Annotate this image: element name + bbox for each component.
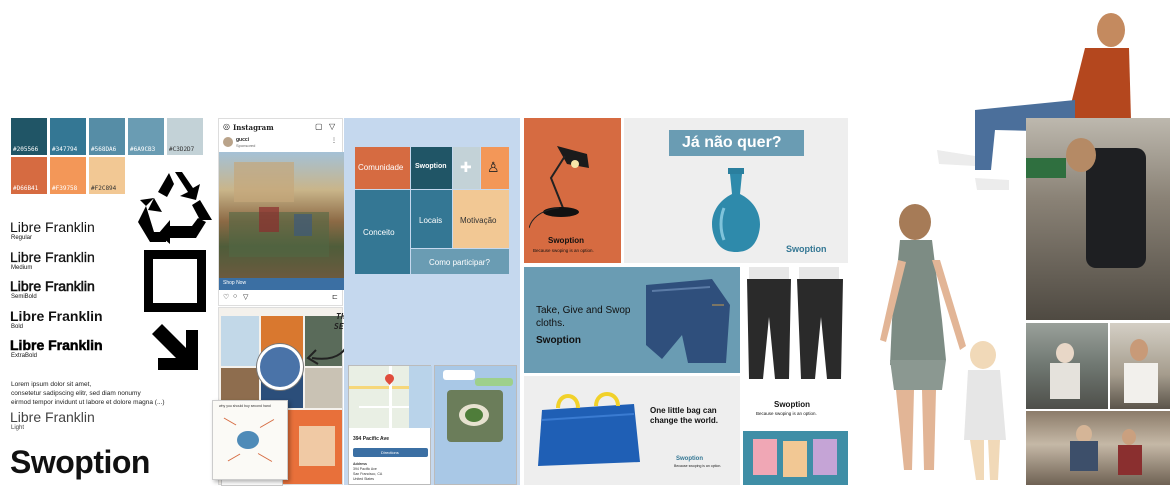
ad-lamp-orange: Swoption Because swoping is an option. [524,118,621,263]
sponsored-label: Sponsored [236,143,256,148]
font-weight-extrabold: ExtraBold [11,353,38,359]
ja-nao-quer-banner: Já não quer? [669,130,804,156]
addr-label: Address [353,462,368,466]
lorem-line-1: Lorem ipsum dolor sit amet, [11,381,92,388]
map-address: 394 Pacific Ave [353,436,390,442]
font-sample-semibold: Libre Franklin [10,278,95,295]
woman-with-child-illustration [880,204,1006,480]
font-sample-medium: Libre Franklin [10,249,95,265]
tile-locais[interactable]: Locais [411,190,452,248]
more-icon[interactable]: ⋮ [331,137,337,144]
jeans-ad-brand: Swoption [536,335,581,346]
tile-motivacao[interactable]: Motivação [453,190,509,248]
lamp-illustration [529,146,589,229]
tile-puzzle[interactable]: ✚ [453,147,480,189]
ad-trousers: Swoption Because swoping is an option. [743,267,848,427]
swoption-wordmark: Swoption [10,444,150,480]
puzzle-icon: ✚ [460,159,472,175]
lorem-line-3: eirmod tempor invidunt ut labore et dolo… [11,399,165,406]
addr-line-1: 394 Pacific Ave [353,467,377,471]
ad-vase: Já não quer? Swoption [624,118,848,263]
share-icon[interactable]: ▽ [243,293,248,301]
font-weight-light: Light [11,425,25,431]
cafe-photo-1 [1026,323,1108,409]
font-sample-regular: Libre Franklin [10,219,95,235]
bookmark-icon[interactable]: ⊏ [332,293,338,301]
little-bag-line-2: change the world. [650,416,719,425]
swatch-D66B41: #D66B41 [11,157,47,194]
teal-poster [743,431,848,485]
swatch-6A9CB3: #6A9CB3 [128,118,164,155]
chat-phone-screen [434,365,517,485]
bag-ad-tagline: Because swoping is an option. [674,464,722,468]
font-sample-extrabold: Libre Franklin [10,337,103,354]
addr-line-2: San Francisco, CA [353,472,383,476]
tile-comunidade[interactable]: Comunidade [355,147,410,189]
little-bag-line-1: One little bag can [650,406,717,415]
font-sample-bold: Libre Franklin [10,308,103,324]
jeans-illustration [646,279,730,363]
like-icon[interactable]: ♡ [223,293,229,301]
lorem-line-2: consetetur sadipscing elitr, sed diam no… [11,390,141,397]
terrace-photo [1026,411,1170,485]
lamp-ad-tagline: Because swoping is an option. [533,248,594,253]
trousers-illustration [747,267,843,379]
instagram-app-title: Instagram [233,123,274,132]
comment-icon[interactable]: ○ [233,293,237,300]
bag-ad-brand: Swoption [676,456,703,462]
tile-conceito[interactable]: Conceito [355,190,410,274]
arrow-down-right-icon [152,324,198,370]
swatch-347794: #347794 [50,118,86,155]
instagram-mockup: ◎ Instagram ▢ ▽ gucci Sponsored ⋮ Shop N… [218,118,344,306]
font-weight-bold: Bold [11,324,24,330]
directions-button[interactable]: Directions [353,448,428,457]
font-sample-light: Libre Franklin [10,409,95,425]
map-phone-screen: 394 Pacific Ave Directions Address 394 P… [348,365,432,485]
vase-ad-brand: Swoption [786,244,827,254]
vase-illustration [712,168,760,252]
map-area [349,366,432,428]
recycle-icon [138,172,212,244]
swatch-C3D2D7: #C3D2D7 [167,118,203,155]
backpacker-photo [1026,118,1170,320]
lamp-ad-brand: Swoption [548,236,584,245]
map-pin-icon [383,372,396,385]
tile-swoption[interactable]: Swoption [411,147,452,189]
trousers-ad-brand: Swoption [774,400,810,409]
camera-icon: ◎ [223,122,230,131]
send-icon: ▽ [329,122,336,131]
tv-icon: ▢ [315,122,323,131]
ad-blue-bag: One little bag can change the world. Swo… [524,376,740,485]
shop-now-bar[interactable]: Shop Now [219,278,344,290]
mindmap-title: why you should buy second hand [219,404,271,408]
square-outline-icon [144,250,206,312]
post-photo [219,152,344,278]
blue-bag-illustration [538,392,640,466]
swatch-205566: #205566 [11,118,47,155]
take-give-line-2: cloths. [536,318,565,329]
mindmap-sketch: why you should buy second hand [212,400,288,480]
tshirt-icon: ♙ [487,159,500,175]
font-weight-regular: Regular [11,235,33,241]
swatch-568DA6: #568DA6 [89,118,125,155]
take-give-line-1: Take, Give and Swop [536,305,631,316]
font-weight-medium: Medium [11,265,33,271]
ad-jeans: Take, Give and Swop cloths. Swoption [524,267,740,373]
tile-shirt[interactable]: ♙ [481,147,509,189]
swatch-F2C894: #F2C894 [89,157,125,194]
cafe-photo-2 [1110,323,1170,409]
avatar [223,137,233,147]
trousers-ad-tagline: Because swoping is an option. [756,411,817,416]
swatch-F39758: #F39758 [50,157,86,194]
font-weight-semibold: SemiBold [11,294,37,300]
tile-como-participar[interactable]: Como participar? [411,249,509,274]
addr-line-3: United States [353,477,375,481]
